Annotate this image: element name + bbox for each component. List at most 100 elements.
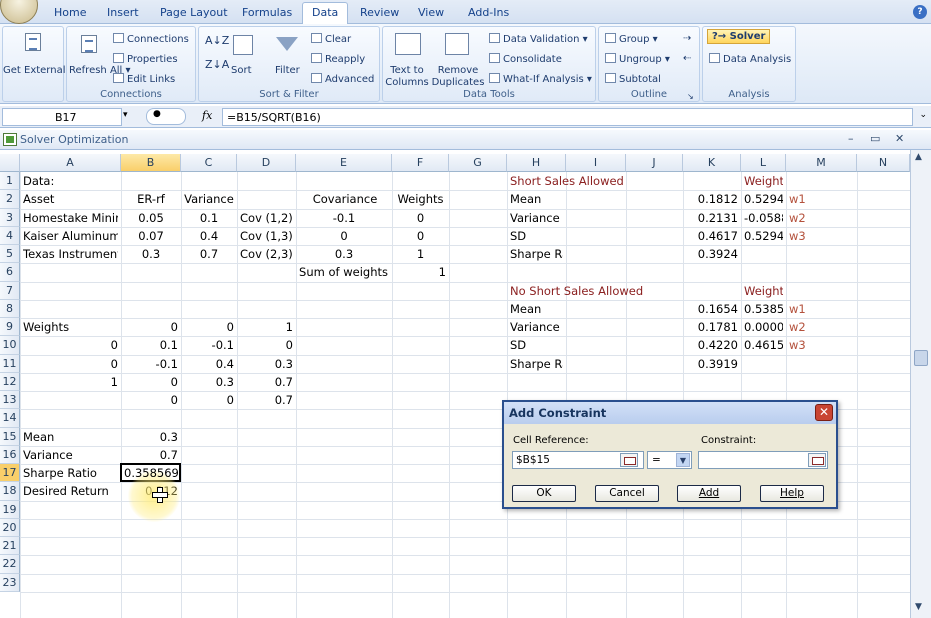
cell-b11[interactable]: -0.1 xyxy=(124,355,178,373)
column-header-l[interactable]: L xyxy=(741,154,786,172)
cell-f2[interactable]: Weights xyxy=(395,190,446,208)
sort-za-icon[interactable]: Z↓A xyxy=(205,59,229,71)
subtotal-button[interactable]: Subtotal xyxy=(605,73,661,86)
row-header-23[interactable]: 23 xyxy=(0,573,20,592)
insert-function-icon[interactable]: fx xyxy=(202,109,212,122)
close-workbook-button[interactable]: ✕ xyxy=(895,132,904,145)
row-header-20[interactable]: 20 xyxy=(0,518,20,537)
scrollbar-thumb[interactable] xyxy=(914,350,928,366)
sort-button[interactable]: Sort xyxy=(231,65,252,77)
cell-c4[interactable]: 0.4 xyxy=(184,227,234,245)
help-button[interactable]: Help xyxy=(760,485,824,502)
cell-e2[interactable]: Covariance xyxy=(300,190,390,208)
outline-dialog-launcher-icon[interactable]: ↘ xyxy=(687,91,694,103)
filter-button[interactable]: Filter xyxy=(275,65,300,77)
cell-m3[interactable]: w2 xyxy=(789,209,854,227)
minimize-workbook-button[interactable]: – xyxy=(848,132,854,145)
cell-m8[interactable]: w1 xyxy=(789,300,854,318)
cancel-button[interactable]: Cancel xyxy=(595,485,659,502)
cell-e4[interactable]: 0 xyxy=(299,227,389,245)
column-header-m[interactable]: M xyxy=(786,154,857,172)
remove-duplicates-button[interactable]: Remove Duplicates xyxy=(431,65,485,89)
cell-k8[interactable]: 0.1654 xyxy=(686,300,738,318)
row-header-15[interactable]: 15 xyxy=(0,427,20,446)
column-header-f[interactable]: F xyxy=(392,154,449,172)
row-header-6[interactable]: 6 xyxy=(0,263,20,282)
cell-m10[interactable]: w3 xyxy=(789,336,854,354)
cell-h8[interactable]: Mean xyxy=(510,300,563,318)
group-button[interactable]: Group ▾ xyxy=(605,33,658,46)
cell-b5[interactable]: 0.3 xyxy=(124,245,178,263)
row-header-13[interactable]: 13 xyxy=(0,391,20,410)
cell-f5[interactable]: 1 xyxy=(395,245,446,263)
cell-h4[interactable]: SD xyxy=(510,227,563,245)
column-header-j[interactable]: J xyxy=(626,154,683,172)
cell-b4[interactable]: 0.07 xyxy=(124,227,178,245)
cell-reference-collapse-icon[interactable] xyxy=(620,453,638,467)
show-detail-icon[interactable]: ⇢ xyxy=(683,33,691,45)
column-header-n[interactable]: N xyxy=(857,154,910,172)
cell-e3[interactable]: -0.1 xyxy=(299,209,389,227)
row-header-5[interactable]: 5 xyxy=(0,245,20,264)
constraint-collapse-icon[interactable] xyxy=(808,453,826,467)
cell-h2[interactable]: Mean xyxy=(510,190,563,208)
row-header-1[interactable]: 1 xyxy=(0,172,20,191)
name-box-dropdown-icon[interactable]: ▾ xyxy=(123,110,128,120)
cell-e6[interactable]: Sum of weights xyxy=(298,263,388,281)
tab-view[interactable]: View xyxy=(418,6,444,19)
row-header-7[interactable]: 7 xyxy=(0,281,20,300)
cell-c13[interactable]: 0 xyxy=(184,391,234,409)
cell-a18[interactable]: Desired Return xyxy=(23,482,118,500)
cell-e5[interactable]: 0.3 xyxy=(299,245,389,263)
cell-a1[interactable]: Data: xyxy=(23,172,118,190)
cell-h7[interactable]: No Short Sales Allowed xyxy=(510,282,660,300)
cell-k2[interactable]: 0.1812 xyxy=(686,190,738,208)
row-header-11[interactable]: 11 xyxy=(0,354,20,373)
dialog-close-button[interactable]: ✕ xyxy=(815,404,833,421)
data-validation-button[interactable]: Data Validation ▾ xyxy=(489,33,588,46)
formula-bar-splitter[interactable]: ● xyxy=(146,108,186,125)
help-icon[interactable]: ? xyxy=(913,5,927,19)
row-header-19[interactable]: 19 xyxy=(0,500,20,519)
tab-page-layout[interactable]: Page Layout xyxy=(160,6,228,19)
sort-az-icon[interactable]: A↓Z xyxy=(205,35,229,47)
cell-b2[interactable]: ER-rf xyxy=(124,190,178,208)
cell-m2[interactable]: w1 xyxy=(789,190,854,208)
row-header-18[interactable]: 18 xyxy=(0,482,20,501)
consolidate-button[interactable]: Consolidate xyxy=(489,53,562,66)
cell-l4[interactable]: 0.5294 xyxy=(744,227,783,245)
cell-b3[interactable]: 0.05 xyxy=(124,209,178,227)
cell-h5[interactable]: Sharpe Ratio xyxy=(510,245,563,263)
cell-c3[interactable]: 0.1 xyxy=(184,209,234,227)
cell-a4[interactable]: Kaiser Aluminum xyxy=(23,227,118,245)
clear-button[interactable]: Clear xyxy=(311,33,351,46)
what-if-analysis-button[interactable]: What-If Analysis ▾ xyxy=(489,73,592,86)
text-to-columns-button[interactable]: Text to Columns xyxy=(385,65,429,89)
cell-b15[interactable]: 0.3 xyxy=(124,428,178,446)
cell-b13[interactable]: 0 xyxy=(124,391,178,409)
cell-f3[interactable]: 0 xyxy=(395,209,446,227)
tab-review[interactable]: Review xyxy=(360,6,399,19)
refresh-all-button[interactable]: Refresh All ▾ xyxy=(69,65,131,77)
cell-l8[interactable]: 0.5385 xyxy=(744,300,783,318)
cell-d13[interactable]: 0.7 xyxy=(240,391,293,409)
cell-d12[interactable]: 0.7 xyxy=(240,373,293,391)
cell-c11[interactable]: 0.4 xyxy=(184,355,234,373)
cell-a16[interactable]: Variance xyxy=(23,446,118,464)
cell-a5[interactable]: Texas Instrument xyxy=(23,245,118,263)
cell-c2[interactable]: Variance xyxy=(184,190,234,208)
row-header-3[interactable]: 3 xyxy=(0,208,20,227)
formula-input[interactable]: =B15/SQRT(B16) xyxy=(222,108,913,126)
column-header-a[interactable]: A xyxy=(20,154,121,172)
worksheet-grid[interactable]: A B C D E F G H I J K L M N 1 2 3 4 5 6 7 8 9 10 11 12 13 14 15 16 17 1… xyxy=(0,150,910,618)
cell-b17[interactable]: 0.358569 xyxy=(124,464,178,482)
cell-b9[interactable]: 0 xyxy=(124,318,178,336)
scroll-down-icon[interactable]: ▼ xyxy=(915,602,922,612)
cell-l3[interactable]: -0.0588 xyxy=(744,209,783,227)
office-button[interactable] xyxy=(0,0,38,24)
cell-d11[interactable]: 0.3 xyxy=(240,355,293,373)
solver-button[interactable]: ?→ Solver xyxy=(707,29,771,44)
row-header-2[interactable]: 2 xyxy=(0,190,20,209)
row-header-12[interactable]: 12 xyxy=(0,372,20,391)
cell-c12[interactable]: 0.3 xyxy=(184,373,234,391)
